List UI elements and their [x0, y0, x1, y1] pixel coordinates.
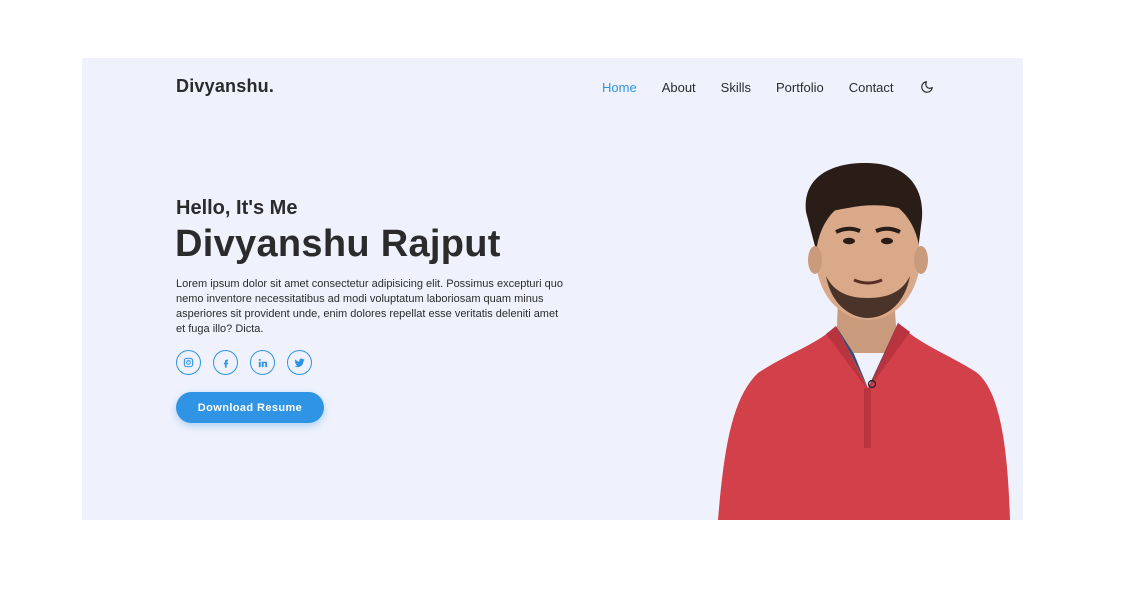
nav-about[interactable]: About	[662, 80, 696, 95]
main-nav: Home About Skills Portfolio Contact	[602, 79, 935, 95]
linkedin-icon[interactable]	[250, 350, 275, 375]
nav-skills[interactable]: Skills	[721, 80, 751, 95]
site-logo[interactable]: Divyanshu.	[176, 76, 274, 97]
hero-greeting: Hello, It's Me	[176, 197, 298, 219]
facebook-icon[interactable]	[213, 350, 238, 375]
hero-name: Divyanshu Rajput	[175, 223, 501, 265]
hero-page: Divyanshu. Home About Skills Portfolio C…	[82, 58, 1023, 520]
moon-icon[interactable]	[919, 79, 935, 95]
download-resume-button[interactable]: Download Resume	[176, 392, 324, 423]
instagram-icon[interactable]	[176, 350, 201, 375]
nav-portfolio[interactable]: Portfolio	[776, 80, 824, 95]
profile-photo	[718, 162, 1010, 520]
twitter-icon[interactable]	[287, 350, 312, 375]
social-links	[176, 350, 312, 375]
hero-bio: Lorem ipsum dolor sit amet consectetur a…	[176, 278, 564, 335]
nav-contact[interactable]: Contact	[849, 80, 894, 95]
nav-home[interactable]: Home	[602, 80, 637, 95]
